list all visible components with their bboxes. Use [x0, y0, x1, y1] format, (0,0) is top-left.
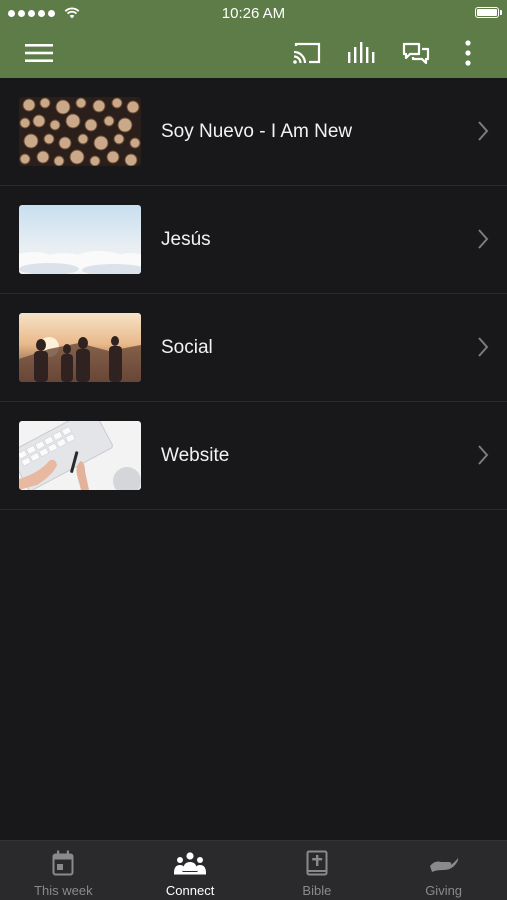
tab-label: Connect	[165, 883, 215, 898]
chevron-right-icon	[478, 337, 489, 357]
audio-button[interactable]	[340, 28, 384, 78]
list-item[interactable]: Social	[0, 294, 507, 402]
list-item[interactable]: Website	[0, 402, 507, 510]
tab-this-week[interactable]: This week	[0, 841, 127, 900]
bible-icon	[306, 850, 328, 876]
status-time: 10:26 AM	[221, 5, 286, 22]
hand-icon	[429, 858, 458, 872]
menu-icon	[25, 44, 53, 62]
list-item[interactable]: Jesús	[0, 186, 507, 294]
chevron-right-icon	[478, 229, 489, 249]
clouds-image	[19, 205, 141, 274]
battery-icon	[475, 7, 502, 18]
tab-label: This week	[34, 883, 93, 898]
list-item-label: Website	[161, 445, 230, 466]
chevron-right-icon	[478, 121, 489, 141]
chevron-right-icon	[478, 445, 489, 465]
logs-image	[19, 97, 141, 166]
list-item[interactable]: Soy Nuevo - I Am New	[0, 78, 507, 186]
audio-bars-icon	[348, 42, 375, 63]
tab-giving[interactable]: Giving	[380, 841, 507, 900]
more-button[interactable]	[450, 28, 486, 78]
friends-image	[19, 313, 141, 382]
chat-icon	[402, 42, 430, 65]
calendar-icon	[52, 850, 74, 876]
tab-label: Giving	[425, 883, 463, 898]
menu-button[interactable]	[14, 28, 64, 78]
laptop-image	[19, 421, 141, 490]
tab-bar: This week Connect Bible Giving	[0, 840, 507, 900]
chat-button[interactable]	[394, 28, 438, 78]
tab-label: Bible	[302, 883, 332, 898]
list-item-label: Jesús	[161, 229, 211, 250]
cast-button[interactable]	[285, 28, 329, 78]
cast-icon	[293, 42, 321, 64]
app-bar	[0, 28, 507, 78]
people-icon	[174, 852, 207, 875]
tab-connect[interactable]: Connect	[127, 841, 254, 900]
status-bar: 10:26 AM	[0, 0, 507, 28]
more-vert-icon	[465, 40, 471, 66]
connect-list: Soy Nuevo - I Am New Jesús Social Websit…	[0, 78, 507, 510]
list-item-label: Soy Nuevo - I Am New	[161, 121, 353, 142]
list-item-label: Social	[161, 337, 213, 358]
tab-bible[interactable]: Bible	[254, 841, 381, 900]
